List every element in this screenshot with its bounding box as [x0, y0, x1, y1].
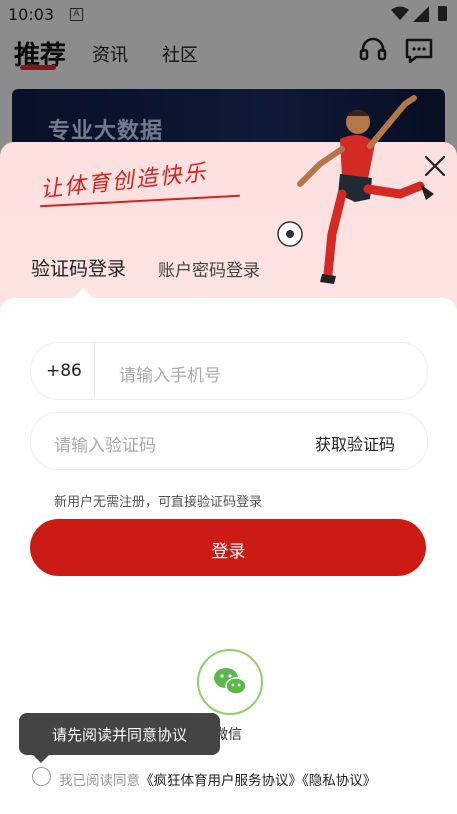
tooltip-text: 请先阅读并同意协议: [51, 726, 187, 744]
register-hint: 新用户无需注册，可直接验证码登录: [54, 495, 263, 510]
phone-input[interactable]: 请输入手机号: [119, 361, 221, 386]
wechat-icon: [214, 668, 247, 695]
tab-indicator: [73, 288, 93, 298]
privacy-policy-link[interactable]: 《隐私协议》: [302, 773, 376, 789]
field-divider: [94, 343, 95, 397]
agreement-checkbox[interactable]: [32, 767, 51, 786]
get-code-button[interactable]: 获取验证码: [315, 431, 395, 455]
login-button-label: 登录: [211, 542, 246, 562]
phone-field[interactable]: [30, 342, 428, 400]
tab-sms-login[interactable]: 验证码登录: [31, 254, 126, 281]
close-icon[interactable]: [423, 154, 447, 178]
tooltip-arrow: [33, 755, 49, 763]
soccer-player-illustration: [277, 95, 434, 284]
country-code[interactable]: +86: [46, 361, 82, 381]
agreement-text: 我已阅读同意《疯狂体育用户服务协议》《隐私协议》: [59, 769, 376, 789]
wechat-login-button[interactable]: [197, 649, 263, 715]
service-agreement-link[interactable]: 《疯狂体育用户服务协议》: [140, 773, 302, 789]
code-input[interactable]: 请输入验证码: [54, 431, 156, 456]
agreement-prefix: 我已阅读同意: [59, 773, 140, 789]
tab-password-login[interactable]: 账户密码登录: [158, 256, 260, 281]
